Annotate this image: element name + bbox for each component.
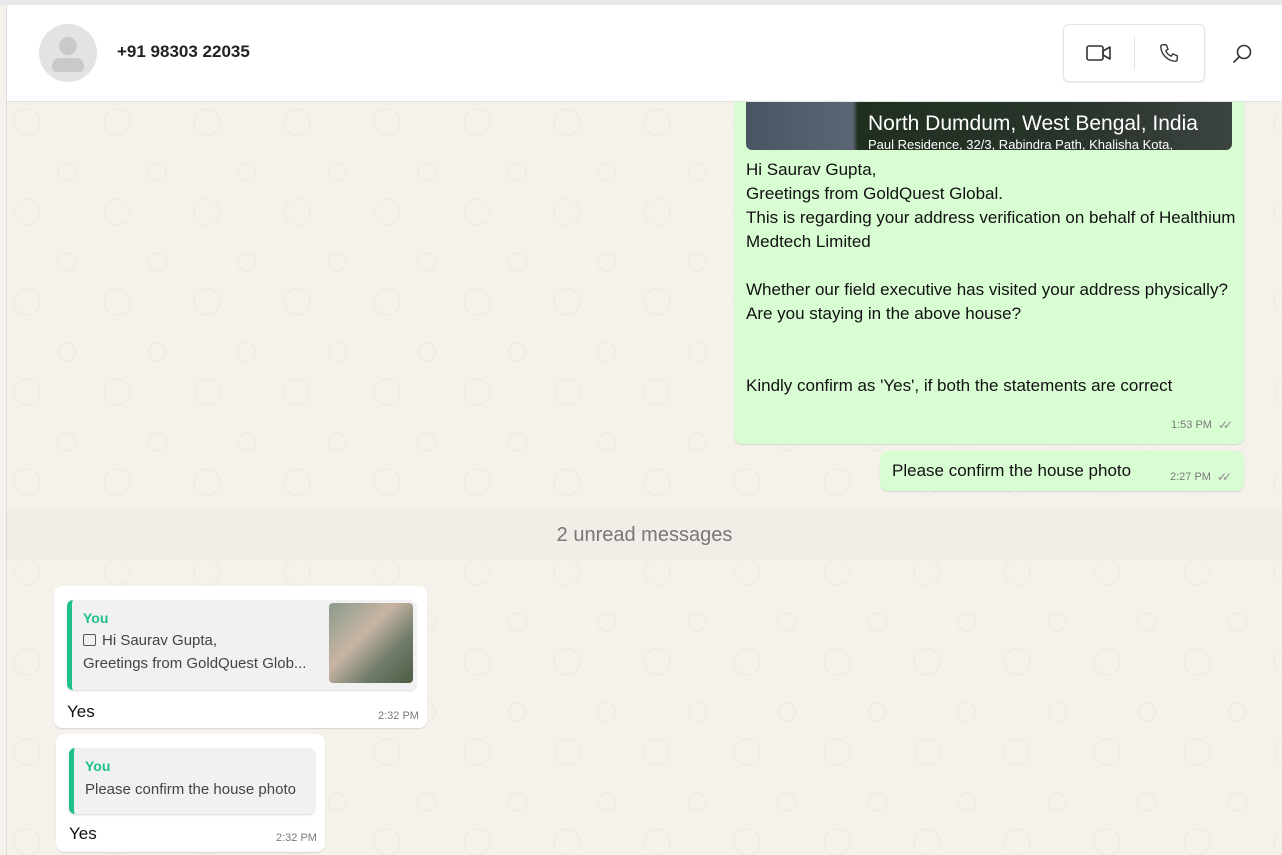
double-check-icon: ✓✓	[1216, 470, 1232, 484]
quoted-message[interactable]: You Please confirm the house photo	[69, 748, 315, 814]
quote-author: You	[85, 758, 111, 774]
unread-divider: 2 unread messages	[7, 510, 1282, 560]
video-camera-icon	[1085, 45, 1111, 61]
message-time: 2:27 PM	[1170, 471, 1211, 483]
call-buttons	[1063, 24, 1205, 82]
message-meta: 2:27 PM ✓✓	[1170, 470, 1232, 484]
quote-text: Greetings from GoldQuest Glob...	[83, 655, 307, 672]
voice-call-button[interactable]	[1135, 25, 1205, 81]
image-icon	[83, 634, 96, 646]
quote-thumbnail	[329, 603, 413, 683]
location-title: North Dumdum, West Bengal, India	[868, 112, 1198, 135]
message-text: Hi Saurav Gupta, Greetings from GoldQues…	[746, 160, 1236, 395]
incoming-message[interactable]: You Hi Saurav Gupta, Greetings from Gold…	[54, 586, 427, 728]
quote-text: Please confirm the house photo	[85, 781, 296, 798]
outgoing-message[interactable]: Please confirm the house photo 2:27 PM ✓✓	[880, 451, 1244, 491]
search-button[interactable]	[1229, 41, 1255, 67]
quote-author: You	[83, 610, 109, 626]
message-text: Please confirm the house photo	[892, 461, 1132, 480]
chat-header: +91 98303 22035	[7, 5, 1282, 102]
phone-icon	[1160, 44, 1179, 62]
message-time: 1:53 PM	[1171, 419, 1212, 431]
quote-text: Hi Saurav Gupta,	[102, 632, 218, 649]
message-text: Yes	[69, 824, 97, 843]
message-list[interactable]: North Dumdum, West Bengal, India Paul Re…	[7, 102, 1282, 855]
incoming-message[interactable]: You Please confirm the house photo Yes 2…	[56, 734, 325, 852]
contact-name[interactable]: +91 98303 22035	[117, 42, 250, 62]
outgoing-message[interactable]: North Dumdum, West Bengal, India Paul Re…	[734, 102, 1244, 444]
location-preview[interactable]: North Dumdum, West Bengal, India Paul Re…	[746, 102, 1232, 150]
double-check-icon: ✓✓	[1217, 418, 1233, 432]
avatar[interactable]	[39, 24, 97, 82]
message-time: 2:32 PM	[276, 832, 317, 844]
video-call-button[interactable]	[1064, 25, 1134, 81]
message-time: 2:32 PM	[378, 710, 419, 722]
message-meta: 1:53 PM ✓✓	[1171, 418, 1233, 432]
search-icon	[1233, 44, 1252, 63]
message-text: Yes	[67, 702, 95, 721]
quoted-message[interactable]: You Hi Saurav Gupta, Greetings from Gold…	[67, 600, 416, 690]
location-address: Paul Residence, 32/3, Rabindra Path, Kha…	[868, 137, 1173, 150]
